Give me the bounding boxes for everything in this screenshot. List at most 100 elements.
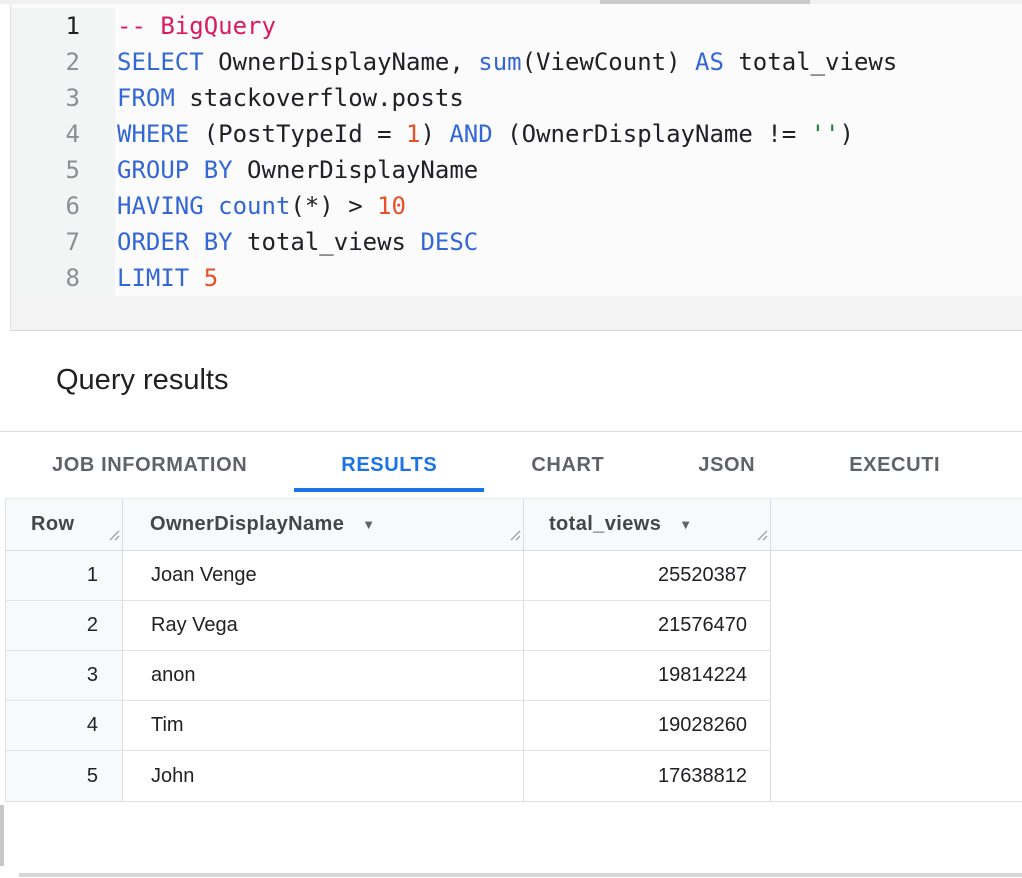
table-row: 1Joan Venge25520387	[6, 551, 1022, 601]
column-menu-arrow-icon[interactable]: ▼	[362, 517, 375, 532]
code-token: total_views	[724, 48, 897, 76]
code-token: ORDER BY	[117, 228, 233, 256]
column-header-ownerdisplayname: OwnerDisplayName ▼	[123, 499, 524, 551]
code-line[interactable]: HAVING count(*) > 10	[117, 188, 1022, 224]
sql-editor[interactable]: 12345678 -- BigQuerySELECT OwnerDisplayN…	[10, 4, 1022, 331]
column-header-filler	[771, 499, 1022, 551]
column-header-row: Row	[6, 499, 123, 551]
code-token: SELECT	[117, 48, 204, 76]
code-token: 1	[406, 120, 420, 148]
results-table: Row OwnerDisplayName ▼ total_views ▼	[5, 498, 1022, 802]
code-token: HAVING	[117, 192, 204, 220]
column-header-total-views: total_views ▼	[524, 499, 771, 551]
code-token: OwnerDisplayName	[233, 156, 479, 184]
code-token: )	[840, 120, 854, 148]
line-number: 7	[11, 224, 80, 260]
tab-executi[interactable]: EXECUTI	[802, 432, 987, 498]
line-number: 2	[11, 44, 80, 80]
bigquery-panel: 12345678 -- BigQuerySELECT OwnerDisplayN…	[0, 0, 1022, 878]
code-line[interactable]: WHERE (PostTypeId = 1) AND (OwnerDisplay…	[117, 116, 1022, 152]
tab-json[interactable]: JSON	[651, 432, 802, 498]
code-token: count	[218, 192, 290, 220]
results-tbody: 1Joan Venge255203872Ray Vega215764703ano…	[6, 551, 1022, 801]
results-table-header: Row OwnerDisplayName ▼ total_views ▼	[6, 498, 1022, 551]
cell-row-number: 3	[6, 651, 123, 701]
code-token: 10	[377, 192, 406, 220]
column-header-total-views-label: total_views	[549, 513, 661, 536]
cell-total-views: 19814224	[524, 651, 771, 701]
code-token: -- BigQuery	[117, 12, 276, 40]
code-line[interactable]: -- BigQuery	[117, 8, 1022, 44]
code-line[interactable]: FROM stackoverflow.posts	[117, 80, 1022, 116]
cell-filler	[771, 701, 1022, 751]
results-tabbar: JOB INFORMATIONRESULTSCHARTJSONEXECUTI	[0, 432, 1022, 498]
code-token: 5	[204, 264, 218, 292]
cell-filler	[771, 751, 1022, 801]
table-row: 3anon19814224	[6, 651, 1022, 701]
results-hscrollbar-thumb[interactable]	[19, 873, 1022, 877]
resize-grip-icon[interactable]	[508, 524, 521, 547]
code-token: (OwnerDisplayName !=	[493, 120, 811, 148]
tab-chart[interactable]: CHART	[484, 432, 651, 498]
line-number: 6	[11, 188, 80, 224]
resize-grip-icon[interactable]	[755, 524, 768, 547]
cell-total-views: 25520387	[524, 551, 771, 601]
cell-total-views: 17638812	[524, 751, 771, 801]
cell-ownerdisplayname: anon	[123, 651, 524, 701]
code-token: OwnerDisplayName,	[204, 48, 479, 76]
code-token: stackoverflow.posts	[175, 84, 464, 112]
code-token: sum	[478, 48, 521, 76]
cell-ownerdisplayname: John	[123, 751, 524, 801]
code-area[interactable]: -- BigQuerySELECT OwnerDisplayName, sum(…	[115, 8, 1022, 296]
column-header-row-label: Row	[31, 513, 74, 536]
line-number: 8	[11, 260, 80, 296]
editor-scroll-area[interactable]: 12345678 -- BigQuerySELECT OwnerDisplayN…	[11, 4, 1022, 296]
code-token: GROUP BY	[117, 156, 233, 184]
code-token	[204, 192, 218, 220]
code-token: LIMIT	[117, 264, 189, 292]
code-token: FROM	[117, 84, 175, 112]
column-menu-arrow-icon[interactable]: ▼	[679, 517, 692, 532]
cell-filler	[771, 651, 1022, 701]
code-token: AND	[449, 120, 492, 148]
results-vscrollbar-thumb[interactable]	[0, 805, 4, 866]
query-results-title: Query results	[56, 364, 228, 397]
code-token	[189, 264, 203, 292]
table-bottom-border	[6, 801, 1022, 802]
code-token: DESC	[420, 228, 478, 256]
code-token: AS	[695, 48, 724, 76]
code-token: )	[420, 120, 449, 148]
table-row: 4Tim19028260	[6, 701, 1022, 751]
query-results-header: Query results	[0, 331, 1022, 432]
code-token: WHERE	[117, 120, 189, 148]
cell-ownerdisplayname: Joan Venge	[123, 551, 524, 601]
cell-ownerdisplayname: Tim	[123, 701, 524, 751]
cell-filler	[771, 551, 1022, 601]
code-token: (ViewCount)	[522, 48, 695, 76]
code-token: (*) >	[290, 192, 377, 220]
resize-grip-icon[interactable]	[107, 524, 120, 547]
line-number: 5	[11, 152, 80, 188]
line-number: 3	[11, 80, 80, 116]
cell-ownerdisplayname: Ray Vega	[123, 601, 524, 651]
tab-results[interactable]: RESULTS	[294, 432, 484, 498]
code-token: total_views	[233, 228, 421, 256]
code-token: (PostTypeId =	[189, 120, 406, 148]
tab-job-information[interactable]: JOB INFORMATION	[5, 432, 294, 498]
code-line[interactable]: LIMIT 5	[117, 260, 1022, 296]
cell-row-number: 5	[6, 751, 123, 801]
cell-row-number: 2	[6, 601, 123, 651]
table-row: 5John17638812	[6, 751, 1022, 801]
cell-filler	[771, 601, 1022, 651]
line-number: 1	[11, 8, 80, 44]
code-token: ''	[811, 120, 840, 148]
table-row: 2Ray Vega21576470	[6, 601, 1022, 651]
editor-gutter: 12345678	[11, 8, 115, 296]
line-number: 4	[11, 116, 80, 152]
code-line[interactable]: SELECT OwnerDisplayName, sum(ViewCount) …	[117, 44, 1022, 80]
code-line[interactable]: GROUP BY OwnerDisplayName	[117, 152, 1022, 188]
cell-total-views: 19028260	[524, 701, 771, 751]
cell-total-views: 21576470	[524, 601, 771, 651]
code-line[interactable]: ORDER BY total_views DESC	[117, 224, 1022, 260]
cell-row-number: 1	[6, 551, 123, 601]
